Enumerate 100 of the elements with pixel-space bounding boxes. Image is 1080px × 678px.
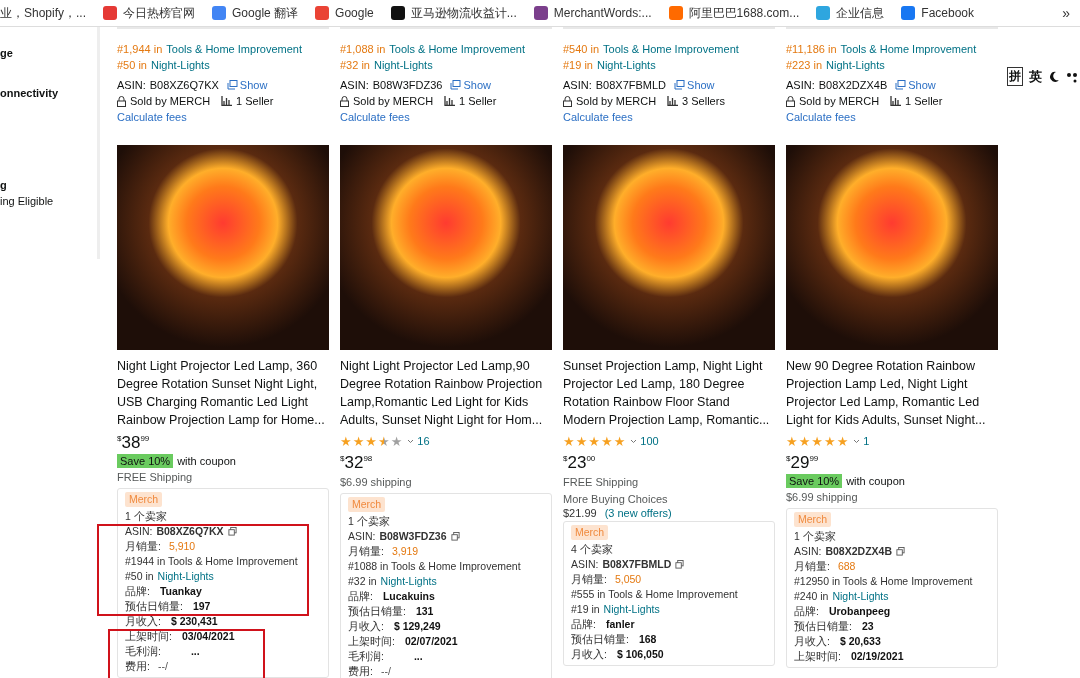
category-link[interactable]: Tools & Home Improvement [840, 41, 977, 57]
review-count[interactable]: 1 [853, 435, 870, 447]
rank-number: #11,186 in [786, 42, 837, 57]
bookmark-link[interactable]: 今日热榜官网 [103, 4, 196, 22]
field-label: 月收入: [794, 634, 830, 649]
category-link[interactable]: Night-Lights [157, 569, 214, 584]
field-label: 上架时间: [125, 629, 172, 644]
offers-link[interactable]: (3 new offers) [604, 507, 672, 519]
field-value: Urobanpeeg [828, 604, 891, 619]
asin-label: ASIN: [794, 544, 822, 559]
ime-button[interactable]: 英 [1029, 67, 1042, 86]
lock-icon [786, 95, 795, 107]
rank-number: #1,944 in [117, 42, 163, 57]
field-value: --/ [157, 659, 168, 674]
product-title[interactable]: Sunset Projection Lamp, Night Light Projector Led Lamp, 180 Degree Rotation Rainbow Floor Stand Modern Projection Lamp, Romantic... [563, 357, 775, 429]
rank-text: #19 in [571, 602, 600, 617]
calculate-fees-link[interactable]: Calculate fees [786, 109, 856, 125]
category-link[interactable]: Tools & Home Improvement [166, 41, 302, 57]
photo-placeholder[interactable] [786, 145, 998, 350]
filter-item[interactable]: ing Eligible [0, 195, 97, 207]
moon-icon[interactable] [1048, 70, 1060, 83]
product-title[interactable]: New 90 Degree Rotation Rainbow Projection Lamp Led, Night Light Projector Led Lamp, Romantic Led Light for Kids Adults, Sunset Night... [786, 357, 998, 429]
filter-item[interactable]: g [0, 179, 97, 191]
caret-icon[interactable] [630, 438, 638, 444]
show-link[interactable]: Show [674, 77, 715, 93]
calculate-fees-link[interactable]: Calculate fees [340, 109, 410, 125]
seller-text: Sold by MERCH [576, 94, 657, 109]
punctuation-icon[interactable] [1066, 70, 1080, 83]
photo-placeholder[interactable] [563, 145, 775, 350]
shipping-text: FREE Shipping [563, 475, 640, 490]
field-label: 毛利润: [125, 644, 161, 659]
more-bookmarks-button[interactable]: » [1062, 5, 1070, 21]
offer-price: $21.99 [563, 507, 597, 519]
window-icon [674, 80, 686, 90]
field-label: 品牌: [794, 604, 819, 619]
show-link[interactable]: Show [895, 77, 936, 93]
category-link[interactable]: Tools & Home Improvement [603, 41, 739, 57]
filter-item[interactable]: ge [0, 47, 97, 59]
copy-icon[interactable] [675, 560, 685, 569]
calculate-fees-link[interactable]: Calculate fees [563, 109, 633, 125]
bar-chart-icon [444, 96, 456, 106]
asin-label: ASIN: [563, 78, 592, 93]
category-link[interactable]: Tools & Home Improvement [389, 41, 525, 57]
photo-placeholder[interactable] [340, 145, 552, 350]
field-value: Tuankay [159, 584, 202, 599]
show-link[interactable]: Show [450, 77, 491, 93]
merch-badge: Merch [571, 525, 609, 540]
product-title[interactable]: Night Light Projector Led Lamp, 360 Degree Rotation Sunset Night Light, USB Charging Romantic Led Light Rainbow Projection Lamp for Home... [117, 357, 329, 429]
coupon-badge[interactable]: Save 10% [117, 454, 174, 468]
product-title[interactable]: Night Light Projector Led Lamp,90 Degree Rotation Rainbow Projection Lamp,Romantic Led Light for Kids Adults, Sunset Night Light for Hom... [340, 357, 552, 429]
calculate-fees-link[interactable]: Calculate fees [117, 109, 187, 125]
merch-badge: Merch [125, 492, 163, 507]
asin-value: B08X2DZX4B [818, 78, 888, 93]
ime-button[interactable]: 拼 [1007, 67, 1023, 86]
category-link[interactable]: Night-Lights [151, 57, 210, 73]
caret-icon[interactable] [853, 438, 861, 444]
bookmark-link[interactable]: 亚马逊物流收益计... [390, 4, 517, 22]
field-value: $ 106,050 [616, 647, 664, 662]
copy-icon[interactable] [450, 532, 460, 541]
field-value: 131 [415, 604, 434, 619]
bookmark-link[interactable]: 阿里巴巴1688.com... [668, 4, 800, 22]
bookmark-link[interactable]: Facebook [901, 6, 974, 20]
bookmark-link[interactable]: Google 翻译 [212, 4, 299, 22]
field-value: 168 [638, 632, 657, 647]
rank-text: #240 in [794, 589, 829, 604]
field-value: $ 129,249 [393, 619, 441, 634]
show-link[interactable]: Show [226, 77, 268, 93]
coupon-badge[interactable]: Save 10% [786, 474, 843, 488]
seller-count: 1 个卖家 [348, 514, 390, 529]
caret-icon[interactable] [407, 438, 415, 444]
field-value: 23 [861, 619, 874, 634]
bookmark-link[interactable]: 企业信息 [816, 4, 885, 22]
category-link[interactable]: Night-Lights [597, 57, 656, 73]
category-link[interactable]: Night-Lights [832, 589, 889, 604]
review-count[interactable]: 100 [630, 435, 659, 447]
shipping-text: $6.99 shipping [786, 490, 859, 505]
category-link[interactable]: Night-Lights [374, 57, 433, 73]
field-label: 上架时间: [348, 634, 395, 649]
category-link[interactable]: Night-Lights [826, 57, 885, 73]
asin-label: ASIN: [571, 557, 599, 572]
field-value: fanler [605, 617, 635, 632]
merch-badge: Merch [348, 497, 386, 512]
merch-badge: Merch [794, 512, 832, 527]
asin-label: ASIN: [125, 524, 153, 539]
copy-icon[interactable] [895, 547, 905, 556]
copy-icon[interactable] [227, 527, 237, 536]
asin-value: B08XZ6Q7KX [156, 524, 224, 539]
category-link[interactable]: Night-Lights [603, 602, 660, 617]
filter-item[interactable]: onnectivity [0, 87, 97, 99]
asin-value: B08W3FDZ36 [379, 529, 447, 544]
review-count[interactable]: 16 [407, 435, 430, 447]
bookmark-link[interactable]: 业，Shopify，... [0, 4, 87, 22]
window-icon [450, 80, 462, 90]
bookmark-link[interactable]: Google [315, 6, 374, 20]
asin-label: ASIN: [340, 78, 369, 93]
photo-placeholder[interactable] [117, 145, 329, 350]
bookmark-link[interactable]: MerchantWords:... [533, 6, 652, 20]
field-value: $ 20,633 [839, 634, 881, 649]
category-link[interactable]: Night-Lights [380, 574, 437, 589]
lock-icon [340, 95, 349, 107]
